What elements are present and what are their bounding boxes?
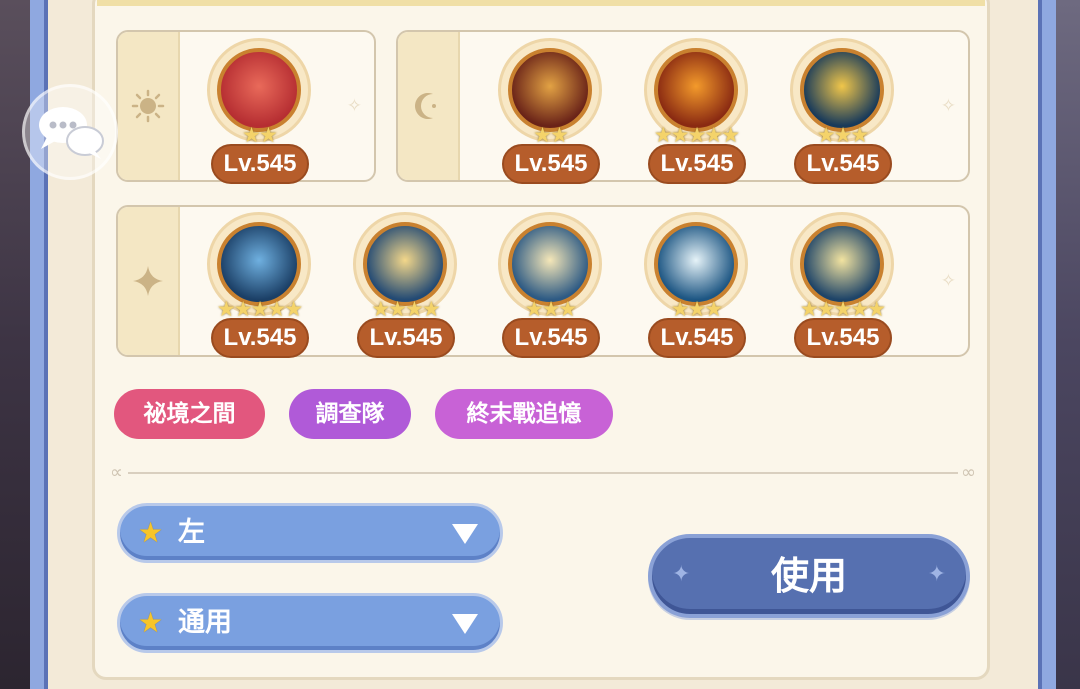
tornado-icon: [508, 48, 592, 132]
unit-card[interactable]: ★★★ Lv.545: [636, 208, 756, 358]
level-badge: Lv.545: [794, 144, 892, 184]
star-rating: ★★★★★: [216, 297, 303, 321]
ornament-icon: ✧: [940, 95, 956, 117]
unit-card[interactable]: ★★★ Lv.545: [490, 208, 610, 358]
mode-select-value: 通用: [178, 607, 232, 638]
level-badge: Lv.545: [502, 144, 600, 184]
sparkle-icon: ✦: [927, 562, 946, 587]
position-select-value: 左: [178, 517, 205, 548]
use-button[interactable]: ✦ 使用 ✦: [648, 534, 970, 618]
star-rating: ★★: [242, 123, 278, 147]
unit-card[interactable]: ★★★★★ Lv.545: [782, 208, 902, 358]
wind-wings-icon: [217, 222, 301, 306]
tag-spiral-abyss[interactable]: 祕境之間: [114, 389, 265, 439]
level-badge: Lv.545: [648, 318, 746, 358]
star-icon: ★: [138, 606, 164, 639]
ornament-icon: ✧: [346, 95, 362, 117]
flame-crest-icon: [654, 48, 738, 132]
ornament-icon: ✧: [940, 270, 956, 292]
star-rating: ★★★: [524, 297, 577, 321]
star-rating: ★★★: [670, 297, 723, 321]
level-badge: Lv.545: [211, 144, 309, 184]
unit-card[interactable]: ★★ Lv.545: [490, 34, 610, 184]
divider-ornament-icon: ∝: [110, 462, 123, 483]
unit-card[interactable]: ★★★★★ Lv.545: [199, 208, 319, 358]
mode-select[interactable]: ★ 通用: [117, 593, 503, 653]
unit-card[interactable]: ★★★★ Lv.545: [345, 208, 465, 358]
element-tab-moon: [398, 32, 460, 180]
level-badge: Lv.545: [502, 318, 600, 358]
tag-investigation-team[interactable]: 調查隊: [289, 389, 411, 439]
golden-figure-icon: [800, 48, 884, 132]
crescent-icon: [415, 93, 436, 119]
position-select[interactable]: ★ 左: [117, 503, 503, 563]
level-badge: Lv.545: [794, 318, 892, 358]
leaping-beast-icon: [654, 222, 738, 306]
level-badge: Lv.545: [648, 144, 746, 184]
sun-icon: [131, 89, 165, 123]
chat-bubbles-icon: [39, 107, 104, 159]
unit-card[interactable]: ★★★ Lv.545: [782, 34, 902, 184]
tag-final-battle-memory[interactable]: 終末戰追憶: [435, 389, 613, 439]
crimson-moon-icon: [217, 48, 301, 132]
chevron-down-icon: [452, 614, 478, 634]
element-tab-sun: [118, 32, 180, 180]
use-button-label: 使用: [770, 554, 847, 598]
chevron-down-icon: [452, 524, 478, 544]
level-badge: Lv.545: [357, 318, 455, 358]
star-rating: ★★★★★: [799, 297, 886, 321]
chat-button[interactable]: [22, 84, 118, 180]
unit-card[interactable]: ★★ Lv.545: [199, 34, 319, 184]
spiral-galaxy-icon: [800, 222, 884, 306]
star-rating: ★★★: [816, 123, 869, 147]
top-strip: [97, 0, 985, 6]
level-badge: Lv.545: [211, 318, 309, 358]
vortex-icon: [363, 222, 447, 306]
element-tab-star: [118, 207, 180, 355]
star-rating: ★★★★★: [653, 123, 740, 147]
star-rating: ★★★★: [371, 297, 440, 321]
star-icon: ★: [138, 516, 164, 549]
divider-ornament-icon: ∞: [961, 462, 976, 483]
star-rating: ★★: [533, 123, 569, 147]
four-point-star-icon: [133, 266, 163, 296]
pale-beast-icon: [508, 222, 592, 306]
unit-card[interactable]: ★★★★★ Lv.545: [636, 34, 756, 184]
divider: ∝ ∞: [110, 462, 976, 483]
